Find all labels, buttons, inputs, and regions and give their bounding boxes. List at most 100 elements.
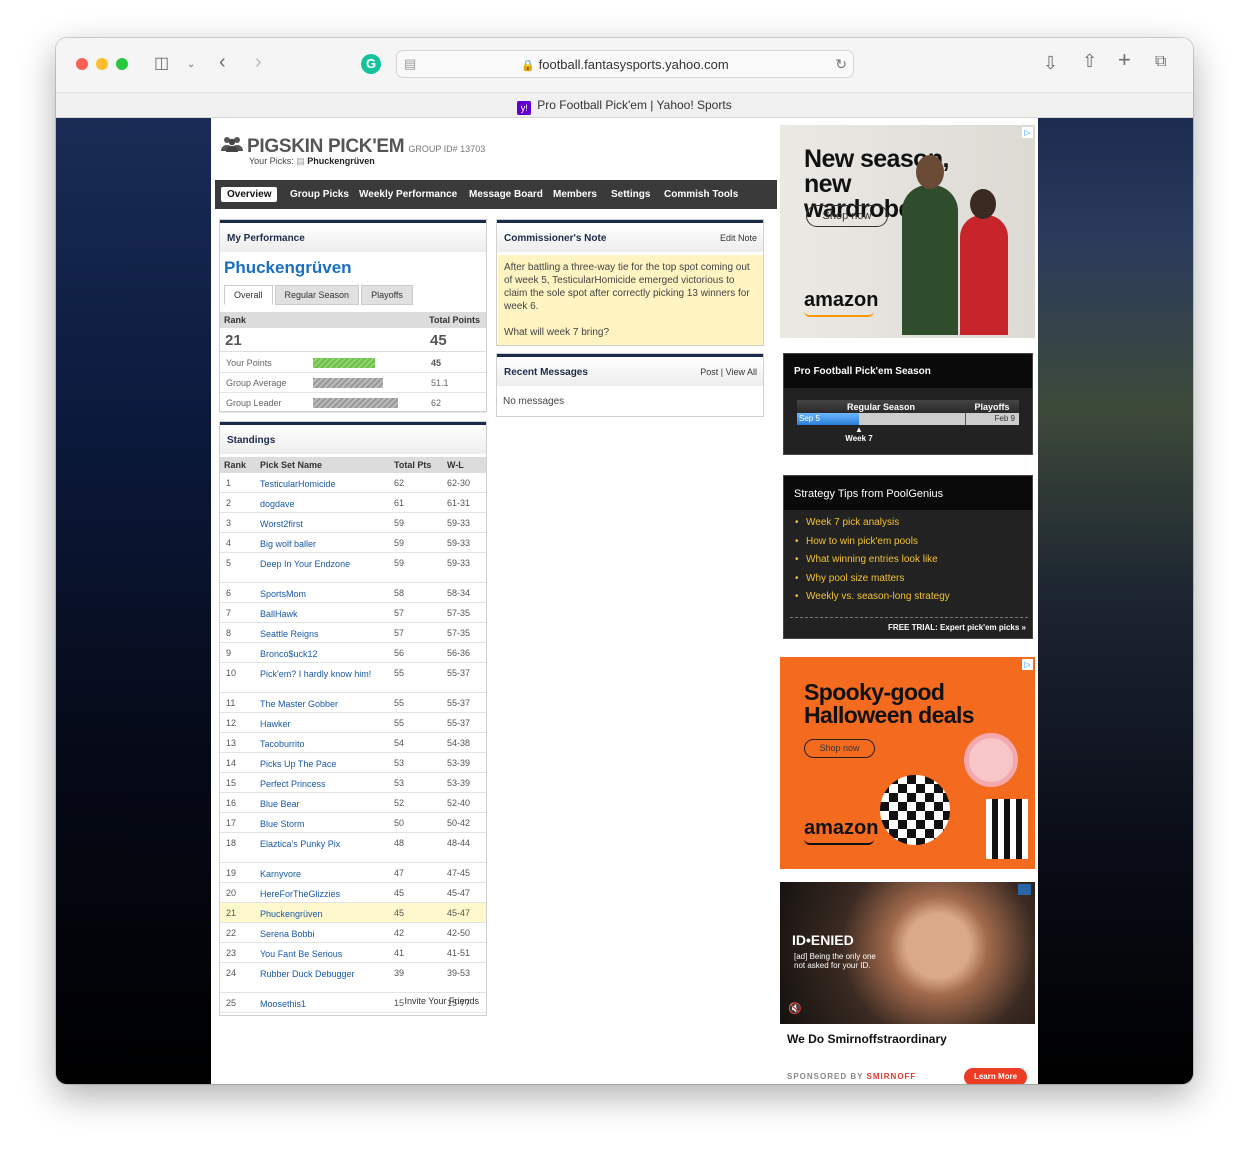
pick-set-name-link[interactable]: dogdave <box>260 498 380 510</box>
your-picks-label: Your Picks: <box>249 156 294 166</box>
downloads-icon[interactable]: ⇩ <box>1043 54 1058 72</box>
view-all-link[interactable]: View All <box>726 367 757 377</box>
tab-overall[interactable]: Overall <box>224 285 273 305</box>
pick-set-name-link[interactable]: You Fant Be Serious <box>260 948 380 960</box>
pick-set-name-link[interactable]: Big wolf baller <box>260 538 380 550</box>
total-pts-cell: 42 <box>394 928 405 938</box>
adchoices-icon[interactable]: ▷ <box>1022 659 1033 670</box>
nav-group-picks[interactable]: Group Picks <box>284 187 355 202</box>
tab-regular-season[interactable]: Regular Season <box>274 285 360 305</box>
pick-set-name-link[interactable]: Moosethis1 <box>260 998 380 1010</box>
ad3-video[interactable]: ID•ENIED [ad] Being the only one not ask… <box>780 882 1035 1024</box>
ad1-shop-now-button[interactable]: Shop now <box>806 205 888 227</box>
post-link[interactable]: Post <box>700 367 718 377</box>
tip-link[interactable]: Week 7 pick analysis <box>792 517 1027 536</box>
table-row: 21 Phuckengrüven 45 45-47 <box>220 903 486 923</box>
free-trial-link[interactable]: FREE TRIAL: Expert pick'em picks » <box>888 623 1026 632</box>
my-rank: 21 <box>225 332 242 349</box>
tip-link[interactable]: What winning entries look like <box>792 554 1027 573</box>
back-icon[interactable]: ‹ <box>219 52 226 72</box>
recent-messages-title: Recent Messages <box>504 367 588 378</box>
adchoices-icon[interactable]: ▷ <box>1022 127 1033 138</box>
mute-icon[interactable]: 🔇 <box>788 1002 802 1015</box>
nav-message-board[interactable]: Message Board <box>463 187 549 202</box>
nav-commish-tools[interactable]: Commish Tools <box>658 187 744 202</box>
pick-set-name-link[interactable]: Blue Storm <box>260 818 380 830</box>
close-window-button[interactable] <box>76 58 88 70</box>
pick-set-name-link[interactable]: Blue Bear <box>260 798 380 810</box>
reload-icon[interactable]: ↻ <box>835 56 847 72</box>
pick-set-name-link[interactable]: The Master Gobber <box>260 698 380 710</box>
nav-weekly-performance[interactable]: Weekly Performance <box>353 187 463 202</box>
grammarly-icon[interactable]: G <box>361 54 381 74</box>
smirnoff-ad[interactable]: ID•ENIED [ad] Being the only one not ask… <box>780 882 1035 1084</box>
table-row: 7 BallHawk 57 57-35 <box>220 603 486 623</box>
pick-set-name-link[interactable]: Hawker <box>260 718 380 730</box>
your-points-row: Your Points 45 <box>220 353 486 373</box>
note-question: What will week 7 bring? <box>504 327 610 338</box>
rank-cell: 18 <box>226 838 237 848</box>
amazon-ad-halloween[interactable]: Spooky-good Halloween deals Shop now ama… <box>780 657 1035 869</box>
group-logo: PIGSKIN PICK'EM GROUP ID# 13703 <box>221 136 485 158</box>
tip-link[interactable]: Weekly vs. season-long strategy <box>792 591 1027 610</box>
nav-members[interactable]: Members <box>547 187 603 202</box>
pick-set-name-link[interactable]: Perfect Princess <box>260 778 380 790</box>
recent-messages-panel: Recent Messages Post | View All No messag… <box>496 353 764 417</box>
team-name[interactable]: Phuckengrüven <box>224 258 352 278</box>
group-id: GROUP ID# 13703 <box>408 144 486 154</box>
rank-cell: 9 <box>226 648 232 658</box>
active-tab[interactable]: y! Pro Football Pick'em | Yahoo! Sports <box>56 98 1193 115</box>
pick-set-name-link[interactable]: Worst2first <box>260 518 380 530</box>
timeline-divider <box>965 413 966 425</box>
w-l-cell: 55-37 <box>447 718 471 728</box>
address-bar[interactable]: ▤ 🔒 football.fantasysports.yahoo.com ↻ <box>396 50 854 78</box>
new-tab-icon[interactable]: + <box>1118 49 1131 71</box>
tab-playoffs[interactable]: Playoffs <box>361 285 413 305</box>
nav-overview[interactable]: Overview <box>221 187 278 202</box>
edit-note-link[interactable]: Edit Note <box>720 233 757 243</box>
season-end: Feb 9 <box>994 414 1015 423</box>
ad2-donut <box>964 733 1018 787</box>
zoom-window-button[interactable] <box>116 58 128 70</box>
pick-set-name-link[interactable]: Serena Bobbi <box>260 928 380 940</box>
total-pts-cell: 52 <box>394 798 405 808</box>
group-people-icon <box>221 136 243 158</box>
pick-set-name-link[interactable]: HereForTheGlizzies <box>260 888 380 900</box>
your-picks-link[interactable]: Phuckengrüven <box>307 156 375 166</box>
pick-set-name-link[interactable]: BallHawk <box>260 608 380 620</box>
pick-set-name-link[interactable]: Picks Up The Pace <box>260 758 380 770</box>
pick-set-name-link[interactable]: Karnyvore <box>260 868 380 880</box>
amazon-ad-wardrobe[interactable]: New season, new wardrobe Shop now amazon… <box>780 125 1035 338</box>
pick-set-name-link[interactable]: Phuckengrüven <box>260 908 380 920</box>
pick-set-name-link[interactable]: Rubber Duck Debugger <box>260 968 380 980</box>
invite-friends-link[interactable]: Invite Your Friends <box>404 996 479 1006</box>
pick-set-name-link[interactable]: Pick'em? I hardly know him! <box>260 668 380 680</box>
chevron-down-icon[interactable]: ⌄ <box>187 57 195 73</box>
group-average-value: 51.1 <box>431 378 449 388</box>
total-pts-cell: 50 <box>394 818 405 828</box>
table-row: 17 Blue Storm 50 50-42 <box>220 813 486 833</box>
minimize-window-button[interactable] <box>96 58 108 70</box>
standings-panel: Standings Rank Pick Set Name Total Pts W… <box>219 421 487 1016</box>
rank-cell: 25 <box>226 998 237 1008</box>
forward-icon[interactable]: › <box>255 52 262 72</box>
share-icon[interactable]: ⇧ <box>1082 52 1097 70</box>
pick-set-name-link[interactable]: Deep In Your Endzone <box>260 558 380 570</box>
nav-settings[interactable]: Settings <box>605 187 656 202</box>
tab-overview-icon[interactable]: ⧉ <box>1155 54 1166 70</box>
pick-set-name-link[interactable]: Bronco$uck12 <box>260 648 380 660</box>
pick-set-name-link[interactable]: TesticularHomicide <box>260 478 380 490</box>
tip-link[interactable]: Why pool size matters <box>792 573 1027 592</box>
tip-link[interactable]: How to win pick'em pools <box>792 536 1027 555</box>
ad2-shop-now-button[interactable]: Shop now <box>804 739 875 758</box>
tab-bar: y! Pro Football Pick'em | Yahoo! Sports <box>56 92 1193 118</box>
table-row: 5 Deep In Your Endzone 59 59-33 <box>220 553 486 583</box>
pick-set-name-link[interactable]: Seattle Reigns <box>260 628 380 640</box>
adchoices-icon[interactable] <box>1018 884 1031 895</box>
total-pts-cell: 39 <box>394 968 405 978</box>
pick-set-name-link[interactable]: Elaztica's Punky Pix <box>260 838 380 850</box>
pick-set-name-link[interactable]: Tacoburrito <box>260 738 380 750</box>
learn-more-button[interactable]: Learn More <box>964 1068 1027 1084</box>
sidebar-toggle-icon[interactable]: ◫ <box>154 56 169 72</box>
pick-set-name-link[interactable]: SportsMom <box>260 588 380 600</box>
